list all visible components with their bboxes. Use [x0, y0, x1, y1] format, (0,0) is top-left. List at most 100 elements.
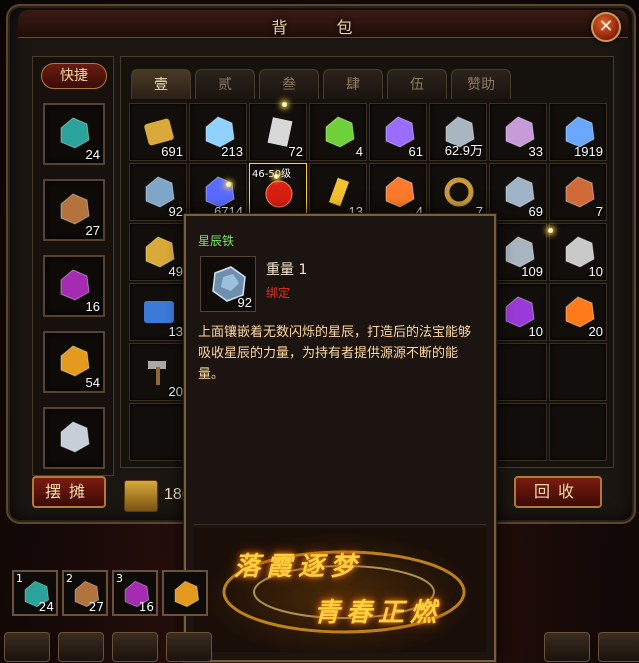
- system-button[interactable]: [598, 632, 639, 662]
- bag-slot[interactable]: 10: [489, 283, 547, 341]
- item-count: 10: [588, 264, 603, 279]
- tab-1[interactable]: 壹: [131, 69, 191, 99]
- bag-slot[interactable]: 61: [369, 103, 427, 161]
- recycle-button[interactable]: 回收: [514, 476, 602, 508]
- sparkle-icon: [282, 102, 287, 107]
- system-button[interactable]: [166, 632, 212, 662]
- ring-icon: [444, 177, 474, 207]
- gold-ingot-icon: [124, 480, 158, 512]
- quick-slot[interactable]: 27: [43, 179, 105, 241]
- item-count: 16: [138, 600, 154, 614]
- empty-icon: [140, 413, 178, 451]
- bag-slot[interactable]: 4: [309, 103, 367, 161]
- empty-icon: [560, 353, 598, 391]
- bag-slot[interactable]: [549, 403, 607, 461]
- bag-slot[interactable]: [489, 403, 547, 461]
- bag-slot[interactable]: 1919: [549, 103, 607, 161]
- bag-slot[interactable]: 49: [129, 223, 187, 281]
- quick-slot[interactable]: 16: [43, 255, 105, 317]
- quick-panel: 快捷 24 27 16 54: [32, 56, 114, 476]
- bag-slot[interactable]: 10: [549, 223, 607, 281]
- item-bind-status: 绑定: [266, 286, 291, 300]
- bag-slot[interactable]: 62.9万: [429, 103, 487, 161]
- item-count: 16: [85, 299, 100, 314]
- bag-slot[interactable]: 69: [489, 163, 547, 221]
- bag-slot[interactable]: 72: [249, 103, 307, 161]
- item-count: 33: [528, 144, 543, 159]
- bag-slot[interactable]: [549, 343, 607, 401]
- tab-4[interactable]: 肆: [323, 69, 383, 99]
- bag-slot[interactable]: 92: [129, 163, 187, 221]
- quick-slot[interactable]: 54: [43, 331, 105, 393]
- empty-icon: [500, 413, 538, 451]
- bag-slot[interactable]: 20: [129, 343, 187, 401]
- system-button[interactable]: [58, 632, 104, 662]
- sparkle-icon: [548, 228, 553, 233]
- bag-slot[interactable]: 109: [489, 223, 547, 281]
- hotbar-slot[interactable]: 3 16: [112, 570, 158, 616]
- banner-line-2: 青春正燃: [314, 598, 443, 628]
- bag-slot[interactable]: [489, 343, 547, 401]
- tab-5[interactable]: 伍: [387, 69, 447, 99]
- quick-slot[interactable]: [43, 407, 105, 469]
- item-icon-box: 92: [200, 256, 256, 312]
- tab-6[interactable]: 赞助: [451, 69, 511, 99]
- golden-urn-icon: [174, 580, 200, 608]
- level-tag: 46-50级: [252, 169, 292, 180]
- quick-slot[interactable]: 24: [43, 103, 105, 165]
- bag-slot[interactable]: 7: [549, 163, 607, 221]
- bag-slot[interactable]: 13: [129, 283, 187, 341]
- silver-rune-icon: [60, 421, 90, 453]
- sparkle-icon: [274, 174, 279, 179]
- system-button[interactable]: [112, 632, 158, 662]
- bag-slot[interactable]: 13: [309, 163, 367, 221]
- hotbar-slot[interactable]: 1 24: [12, 570, 58, 616]
- item-count: 20: [588, 324, 603, 339]
- bag-slot[interactable]: 33: [489, 103, 547, 161]
- fire-ore-icon: [385, 176, 415, 208]
- item-count: 4: [355, 144, 363, 159]
- bag-slot[interactable]: 6714: [189, 163, 247, 221]
- green-gem-icon: [325, 116, 355, 148]
- item-tooltip: 星辰铁 92 重量 1 绑定 上面镶嵌着无数闪烁的星辰，打造后的法宝能够吸收星辰…: [184, 214, 496, 662]
- stall-button[interactable]: 摆摊: [32, 476, 106, 508]
- banner-line-1: 落霞逐梦: [234, 552, 363, 582]
- amulet-icon: [565, 176, 595, 208]
- item-name: 星辰铁: [198, 234, 235, 248]
- item-count: 109: [521, 264, 543, 279]
- item-weight: 重量 1: [266, 262, 308, 278]
- item-count: 7: [595, 204, 603, 219]
- bag-slot[interactable]: 4: [369, 163, 427, 221]
- item-count: 61: [408, 144, 423, 159]
- item-count: 213: [221, 144, 243, 159]
- close-icon: ✕: [598, 16, 614, 37]
- item-count: 62.9万: [444, 143, 483, 158]
- bag-slot[interactable]: [129, 403, 187, 461]
- hotbar-slot[interactable]: 2 27: [62, 570, 108, 616]
- title-bar[interactable]: 背 包: [18, 10, 628, 38]
- sparkle-icon: [226, 182, 231, 187]
- tab-3[interactable]: 叁: [259, 69, 319, 99]
- bag-slot[interactable]: 691: [129, 103, 187, 161]
- item-count: 49: [168, 264, 183, 279]
- item-count: 10: [528, 324, 543, 339]
- bag-slot[interactable]: 7: [429, 163, 487, 221]
- quick-title: 快捷: [41, 63, 107, 89]
- bag-slot[interactable]: 46-50级: [249, 163, 307, 221]
- hotbar-slot[interactable]: [162, 570, 208, 616]
- empty-icon: [500, 353, 538, 391]
- item-count: 72: [288, 144, 303, 159]
- bag-slot[interactable]: 213: [189, 103, 247, 161]
- item-count: 92: [237, 295, 252, 310]
- system-button[interactable]: [4, 632, 50, 662]
- item-count: 92: [168, 204, 183, 219]
- window-title: 背 包: [271, 18, 375, 37]
- game-screen: 背 包 快捷 24 27 16 54 壹贰叁肆伍赞助 691 213 72 4 61 62…: [0, 0, 639, 663]
- close-button[interactable]: ✕: [591, 12, 621, 42]
- tooltip-divider: [194, 524, 486, 525]
- bag-slot[interactable]: 20: [549, 283, 607, 341]
- item-count: 691: [161, 144, 183, 159]
- system-button[interactable]: [544, 632, 590, 662]
- item-count: 24: [85, 147, 100, 162]
- tab-2[interactable]: 贰: [195, 69, 255, 99]
